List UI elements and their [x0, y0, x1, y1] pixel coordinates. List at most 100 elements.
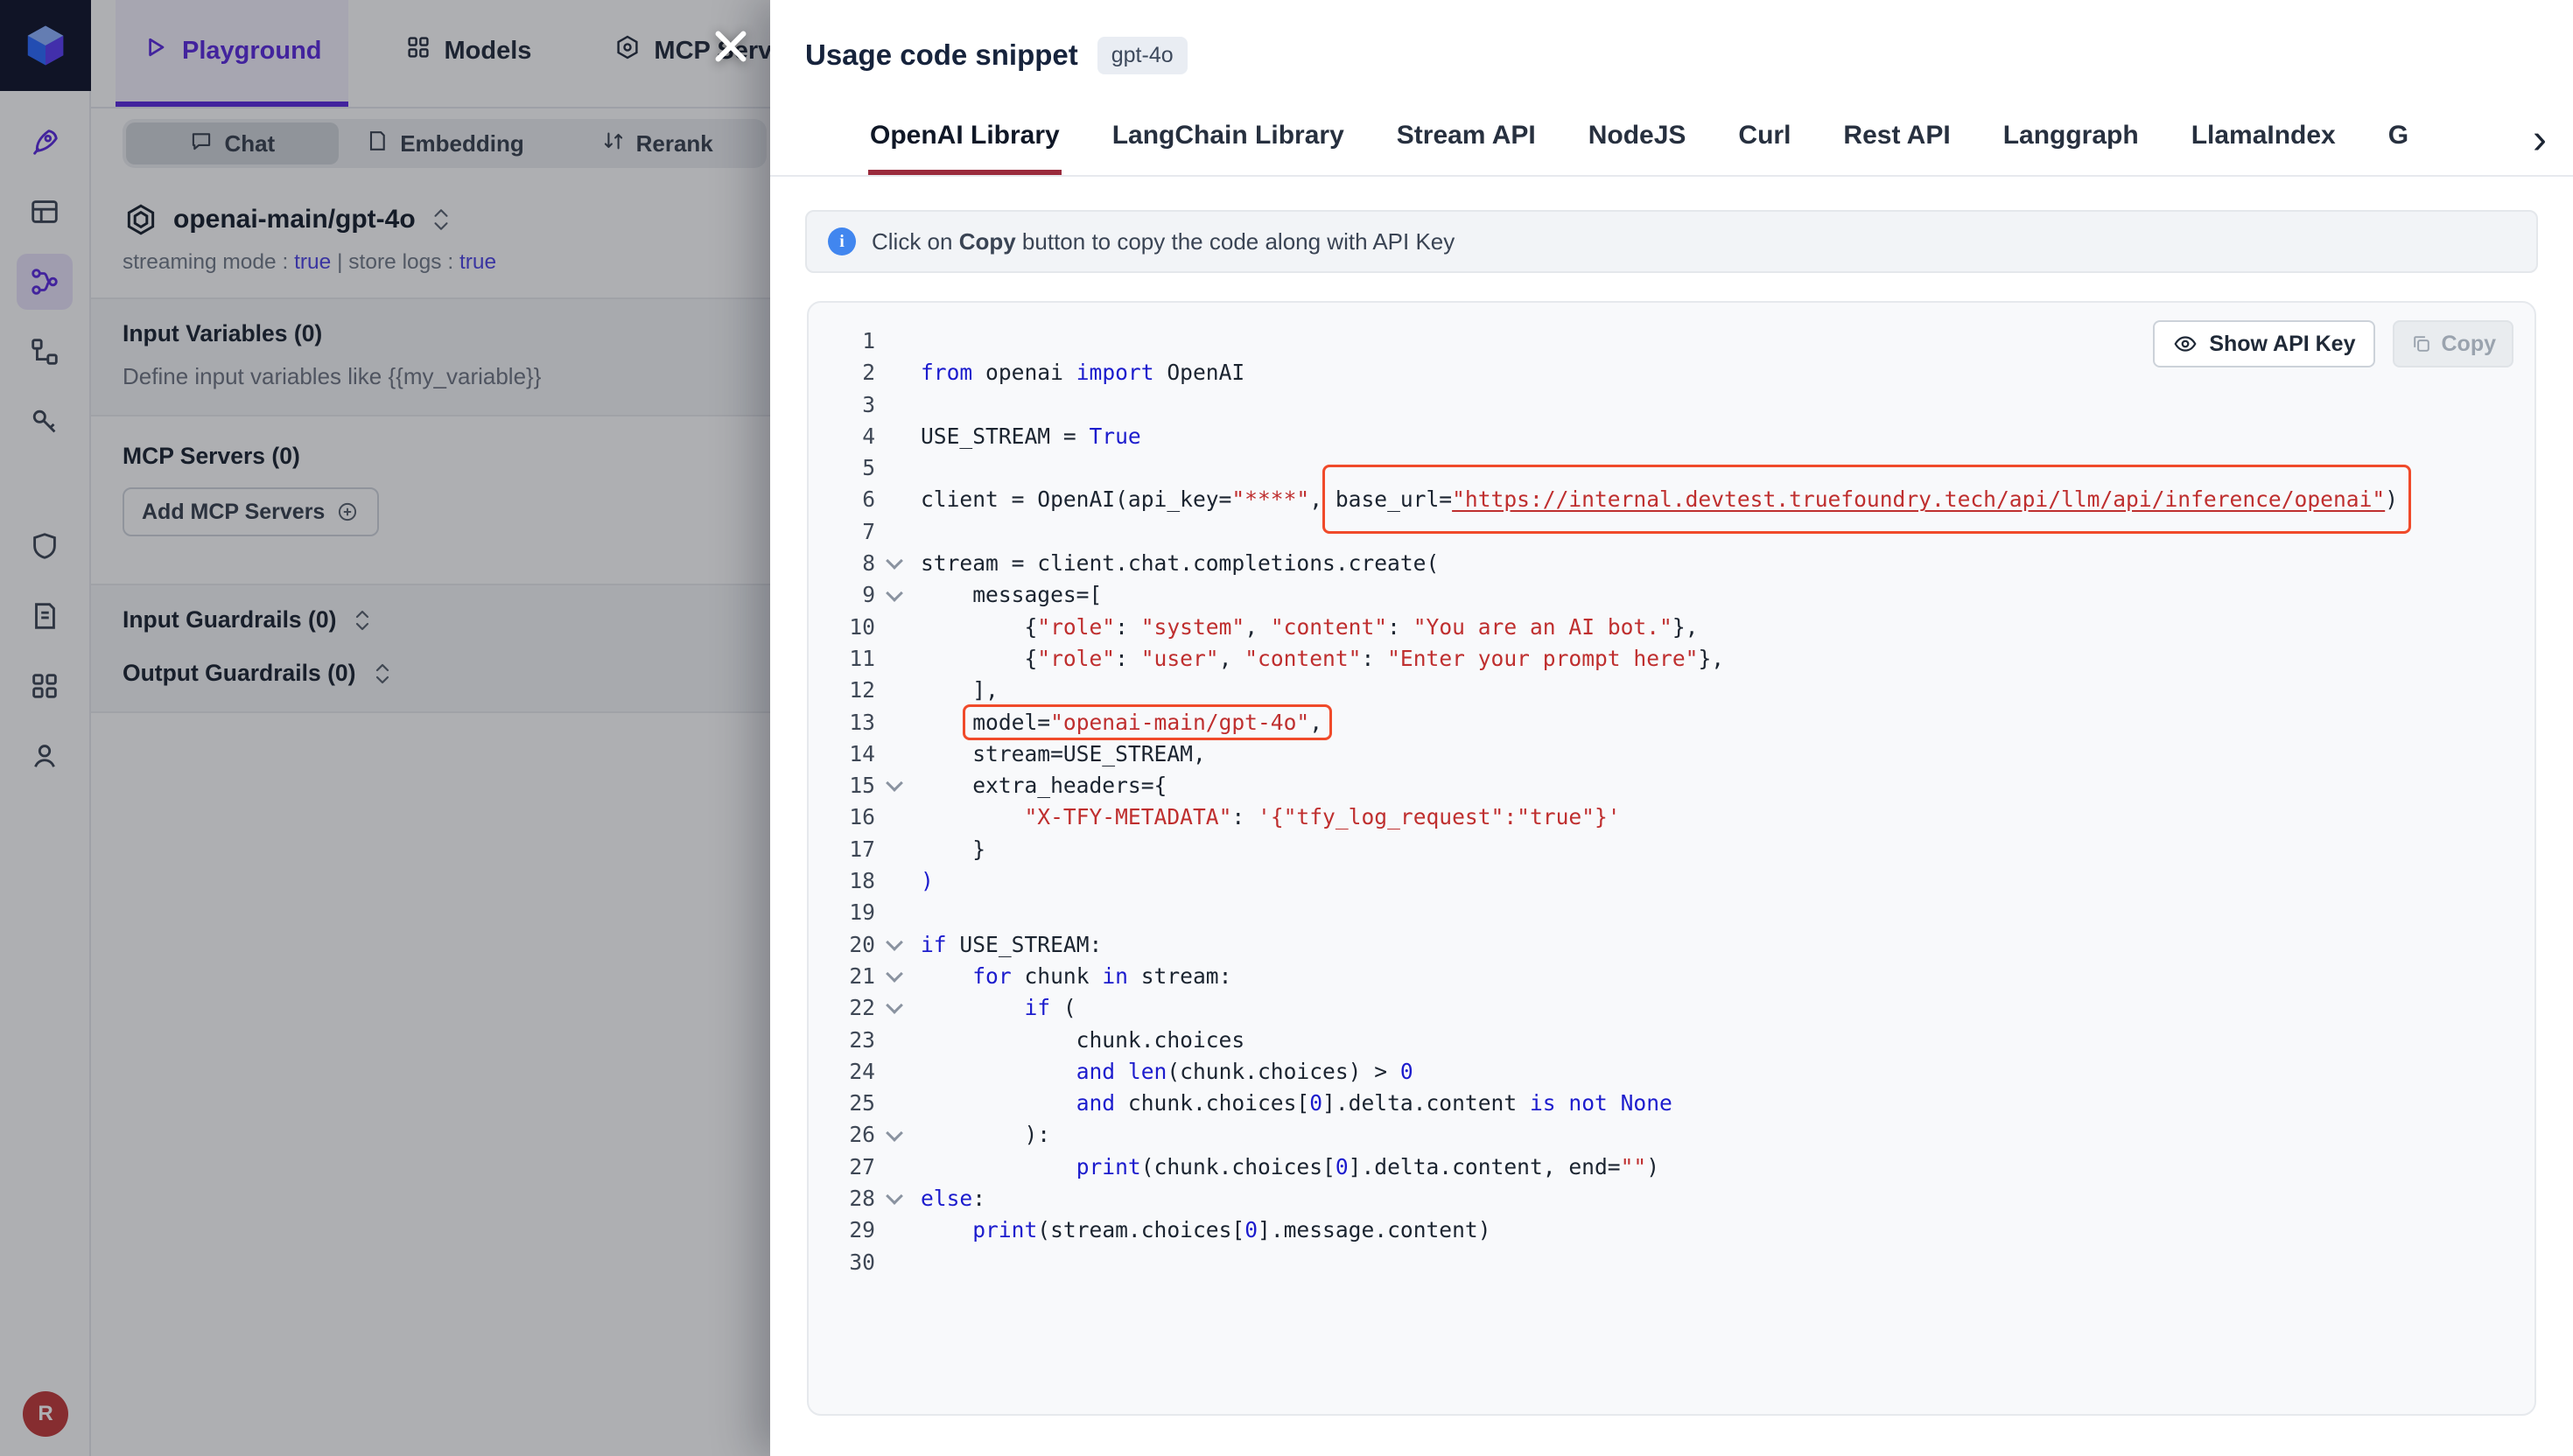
- code-line: 9 messages=[: [809, 579, 2534, 611]
- code-line: 18): [809, 865, 2534, 897]
- code-text: ],: [921, 675, 999, 706]
- line-number: 10: [809, 612, 875, 643]
- code-text: if USE_STREAM:: [921, 929, 1102, 961]
- line-number: 14: [809, 738, 875, 770]
- code-text: chunk.choices: [921, 1025, 1244, 1056]
- line-number: 11: [809, 643, 875, 675]
- fold-chevron-icon[interactable]: [875, 1132, 914, 1139]
- code-text: stream = client.chat.completions.create(: [921, 548, 1439, 579]
- tab-truncated[interactable]: G: [2387, 102, 2410, 175]
- code-line: 12 ],: [809, 675, 2534, 706]
- code-lines: 12 from openai import OpenAI 34 USE_STREAM …: [809, 326, 2534, 1278]
- line-number: 4: [809, 421, 875, 452]
- code-actions: Show API Key Copy: [2153, 320, 2513, 368]
- line-number: 25: [809, 1088, 875, 1119]
- tab-stream-api[interactable]: Stream API: [1395, 102, 1538, 175]
- code-text: client = OpenAI(api_key="****", base_url…: [921, 484, 2398, 515]
- code-text: messages=[: [921, 579, 1102, 611]
- fold-chevron-icon[interactable]: [875, 973, 914, 980]
- modal-header: Usage code snippet gpt-4o: [770, 0, 2573, 75]
- line-number: 15: [809, 770, 875, 802]
- code-text: "X-TFY-METADATA": '{"tfy_log_request":"t…: [921, 802, 1621, 833]
- line-number: 22: [809, 992, 875, 1024]
- line-number: 24: [809, 1056, 875, 1088]
- code-text: }: [921, 834, 985, 865]
- tab-curl[interactable]: Curl: [1736, 102, 1792, 175]
- code-line: 13 model="openai-main/gpt-4o",: [809, 707, 2534, 738]
- tab-openai-library[interactable]: OpenAI Library: [868, 102, 1062, 175]
- code-text: ):: [921, 1119, 1050, 1151]
- tab-rest-api[interactable]: Rest API: [1841, 102, 1952, 175]
- eye-icon: [2172, 331, 2198, 357]
- tab-llamaindex[interactable]: LlamaIndex: [2190, 102, 2338, 175]
- tabs-scroll-right-icon[interactable]: ›: [2527, 119, 2547, 175]
- info-banner: i Click on Copy button to copy the code …: [805, 210, 2538, 273]
- line-number: 29: [809, 1214, 875, 1246]
- copy-icon: [2410, 332, 2433, 355]
- code-line: 25 and chunk.choices[0].delta.content is…: [809, 1088, 2534, 1119]
- copy-label: Copy: [2442, 332, 2497, 357]
- copy-button[interactable]: Copy: [2393, 320, 2514, 368]
- code-text: USE_STREAM = True: [921, 421, 1141, 452]
- screen: R Playground Models MCP Servers Chat: [0, 0, 2573, 1456]
- code-line: 28 else:: [809, 1183, 2534, 1214]
- code-text: and chunk.choices[0].delta.content is no…: [921, 1088, 1672, 1119]
- fold-chevron-icon[interactable]: [875, 592, 914, 599]
- line-number: 26: [809, 1119, 875, 1151]
- tab-langchain-library[interactable]: LangChain Library: [1111, 102, 1346, 175]
- fold-chevron-icon[interactable]: [875, 942, 914, 948]
- line-number: 9: [809, 579, 875, 611]
- code-text: for chunk in stream:: [921, 961, 1231, 992]
- tab-nodejs[interactable]: NodeJS: [1587, 102, 1688, 175]
- line-number: 3: [809, 389, 875, 421]
- code-text: if (: [921, 992, 1076, 1024]
- annotation-highlight-box: model="openai-main/gpt-4o",: [963, 704, 1332, 740]
- line-number: 18: [809, 865, 875, 897]
- code-text: else:: [921, 1183, 985, 1214]
- code-text: {"role": "system", "content": "You are a…: [921, 612, 1698, 643]
- line-number: 28: [809, 1183, 875, 1214]
- code-line: 10 {"role": "system", "content": "You ar…: [809, 612, 2534, 643]
- line-number: 23: [809, 1025, 875, 1056]
- line-number: 21: [809, 961, 875, 992]
- code-text: stream=USE_STREAM,: [921, 738, 1206, 770]
- line-number: 19: [809, 897, 875, 928]
- code-line: 11 {"role": "user", "content": "Enter yo…: [809, 643, 2534, 675]
- code-line: 27 print(chunk.choices[0].delta.content,…: [809, 1152, 2534, 1183]
- fold-chevron-icon[interactable]: [875, 560, 914, 567]
- code-line: 20 if USE_STREAM:: [809, 929, 2534, 961]
- code-line: 21 for chunk in stream:: [809, 961, 2534, 992]
- code-text: print(stream.choices[0].message.content): [921, 1214, 1491, 1246]
- line-number: 6: [809, 484, 875, 515]
- info-text: Click on Copy button to copy the code al…: [872, 228, 1455, 256]
- code-line: 24 and len(chunk.choices) > 0: [809, 1056, 2534, 1088]
- code-line: 6 client = OpenAI(api_key="****", base_ur…: [809, 484, 2534, 515]
- line-number: 2: [809, 357, 875, 388]
- line-number: 20: [809, 929, 875, 961]
- code-line: 3: [809, 389, 2534, 421]
- fold-chevron-icon[interactable]: [875, 782, 914, 789]
- line-number: 12: [809, 675, 875, 706]
- code-line: 19: [809, 897, 2534, 928]
- modal-close-button[interactable]: [704, 19, 758, 74]
- code-text: from openai import OpenAI: [921, 357, 1244, 388]
- line-number: 8: [809, 548, 875, 579]
- show-api-key-button[interactable]: Show API Key: [2153, 320, 2374, 368]
- fold-chevron-icon[interactable]: [875, 1004, 914, 1012]
- code-line: 8 stream = client.chat.completions.create…: [809, 548, 2534, 579]
- code-text: and len(chunk.choices) > 0: [921, 1056, 1413, 1088]
- code-text: ): [921, 865, 934, 897]
- modal-backdrop[interactable]: [0, 0, 770, 1456]
- line-number: 1: [809, 326, 875, 357]
- line-number: 27: [809, 1152, 875, 1183]
- code-text: {"role": "user", "content": "Enter your …: [921, 643, 1724, 675]
- usage-code-snippet-modal: Usage code snippet gpt-4o OpenAI Library…: [770, 0, 2573, 1456]
- line-number: 5: [809, 452, 875, 484]
- code-line: 30: [809, 1247, 2534, 1278]
- modal-title: Usage code snippet: [805, 35, 1078, 75]
- code-text: extra_headers={: [921, 770, 1167, 802]
- code-line: 17 }: [809, 834, 2534, 865]
- line-number: 16: [809, 802, 875, 833]
- fold-chevron-icon[interactable]: [875, 1195, 914, 1202]
- tab-langgraph[interactable]: Langgraph: [2002, 102, 2141, 175]
